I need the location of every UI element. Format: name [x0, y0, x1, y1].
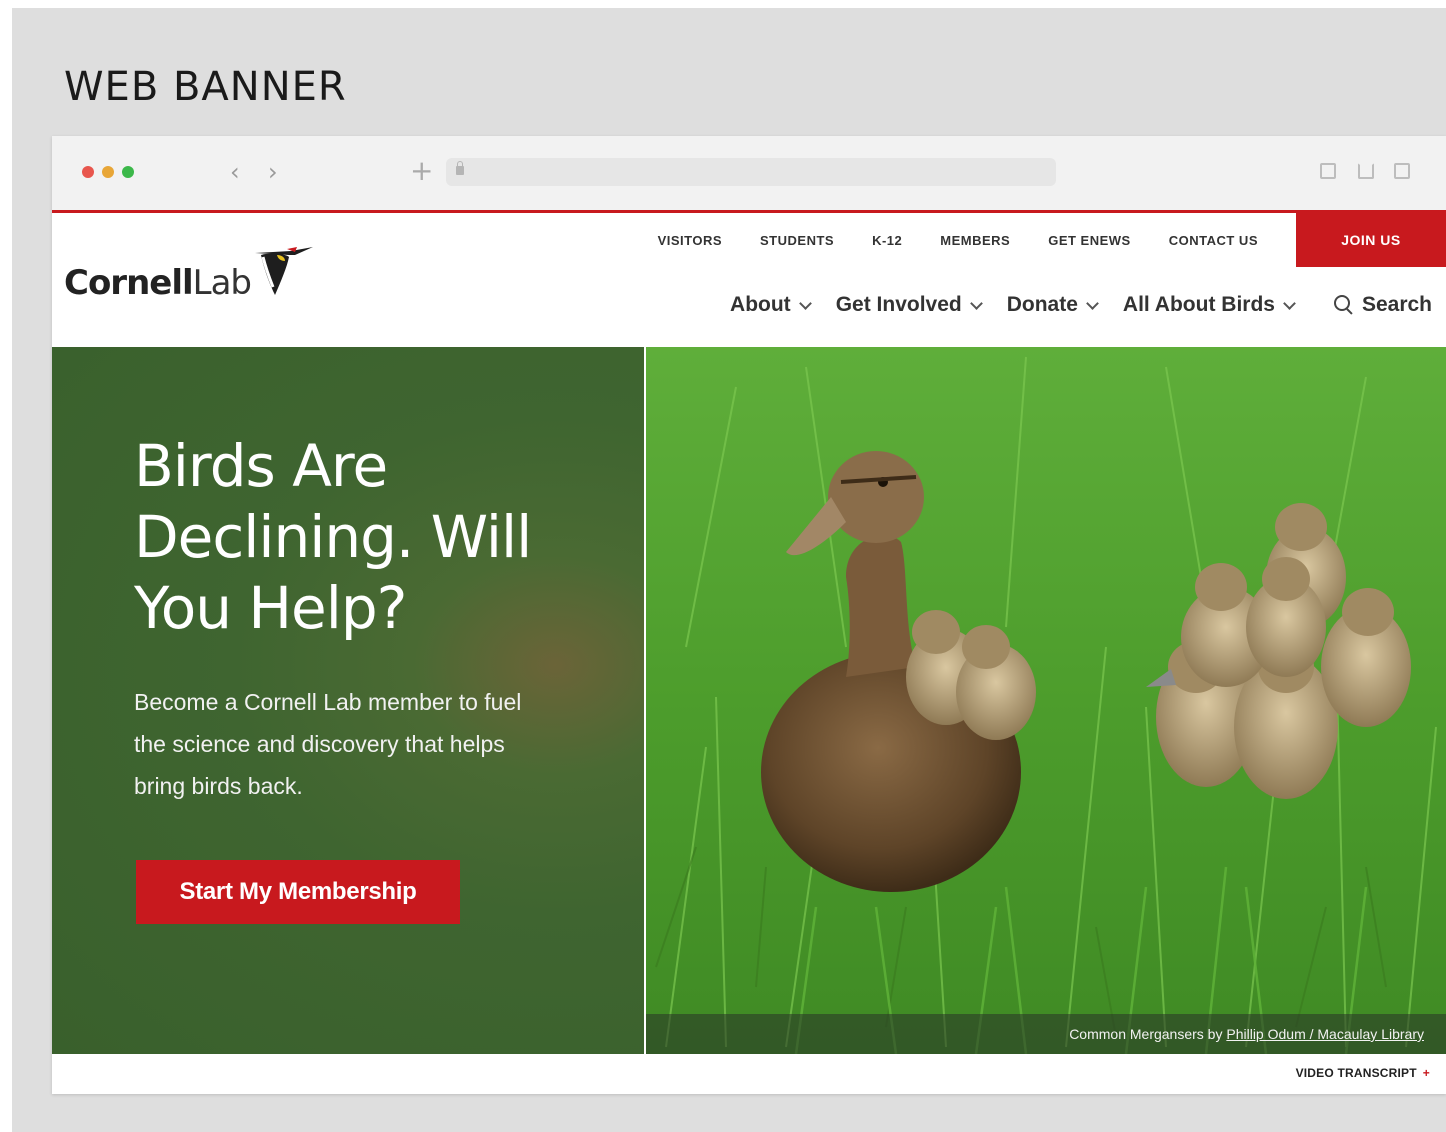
search-button[interactable]: Search: [1333, 293, 1432, 317]
woodpecker-logo-icon: [255, 247, 314, 295]
lock-icon: [456, 161, 464, 175]
browser-toolbar: ‹ › +: [52, 136, 1446, 213]
photo-caption: Common Mergansers by Phillip Odum / Maca…: [646, 1014, 1446, 1054]
caption-credit-link[interactable]: Phillip Odum / Macaulay Library: [1226, 1026, 1424, 1042]
nav-about[interactable]: About: [730, 293, 812, 317]
chevron-down-icon: [798, 296, 812, 310]
cornell-lab-logo[interactable]: CornellLab: [64, 243, 315, 303]
util-link-k12[interactable]: K-12: [872, 233, 902, 248]
util-link-students[interactable]: STUDENTS: [760, 233, 834, 248]
util-link-visitors[interactable]: VISITORS: [658, 233, 722, 248]
nav-donate-label: Donate: [1006, 293, 1078, 316]
plus-icon: +: [1422, 1066, 1430, 1080]
hero-title: Birds Are Declining. Will You Help?: [134, 432, 532, 642]
video-transcript-toggle[interactable]: VIDEO TRANSCRIPT +: [1296, 1066, 1430, 1080]
caption-prefix: Common Mergansers by: [1069, 1026, 1223, 1042]
page-heading: WEB BANNER: [64, 64, 347, 110]
sidebar-icon[interactable]: [1320, 163, 1336, 179]
forward-icon[interactable]: ›: [268, 158, 278, 186]
hero-text-panel: Birds Are Declining. Will You Help? Beco…: [52, 347, 644, 1054]
chevron-down-icon: [969, 296, 983, 310]
util-link-get-enews[interactable]: GET ENEWS: [1048, 233, 1131, 248]
browser-window: ‹ › + CornellLab VISITORS STUDENTS K-12 …: [52, 136, 1446, 1094]
duck-family-photo: [646, 347, 1446, 1054]
search-icon: [1333, 295, 1354, 315]
address-bar[interactable]: [446, 158, 1056, 186]
chevron-down-icon: [1283, 296, 1296, 310]
nav-all-about-birds[interactable]: All About Birds: [1122, 293, 1296, 317]
maximize-window-button[interactable]: [122, 166, 134, 178]
back-icon[interactable]: ‹: [230, 158, 240, 186]
site-header: CornellLab VISITORS STUDENTS K-12 MEMBER…: [52, 213, 1446, 347]
util-link-members[interactable]: MEMBERS: [940, 233, 1010, 248]
tabs-icon[interactable]: [1394, 163, 1410, 179]
join-us-button[interactable]: JOIN US: [1296, 213, 1446, 267]
util-link-contact-us[interactable]: CONTACT US: [1169, 233, 1258, 248]
hero-body: Become a Cornell Lab member to fuel the …: [134, 689, 522, 799]
search-label: Search: [1361, 293, 1432, 316]
start-membership-button[interactable]: Start My Membership: [136, 860, 460, 924]
chevron-down-icon: [1086, 296, 1099, 310]
video-transcript-label: VIDEO TRANSCRIPT: [1295, 1066, 1417, 1080]
nav-get-involved[interactable]: Get Involved: [835, 293, 983, 317]
share-icon[interactable]: [1358, 163, 1374, 179]
nav-donate[interactable]: Donate: [1006, 293, 1099, 317]
nav-about-label: About: [730, 293, 791, 316]
minimize-window-button[interactable]: [102, 166, 114, 178]
banner-footer: VIDEO TRANSCRIPT +: [52, 1054, 1446, 1094]
logo-wordmark: CornellLab: [64, 263, 252, 303]
nav-all-about-birds-label: All About Birds: [1122, 293, 1275, 316]
utility-nav: VISITORS STUDENTS K-12 MEMBERS GET ENEWS…: [658, 213, 1446, 267]
nav-get-involved-label: Get Involved: [835, 293, 962, 316]
close-window-button[interactable]: [82, 166, 94, 178]
new-tab-icon[interactable]: +: [410, 154, 433, 187]
main-nav: About Get Involved Donate All About Bird…: [704, 293, 1432, 317]
hero-photo-duck-family: Common Mergansers by Phillip Odum / Maca…: [646, 347, 1446, 1054]
